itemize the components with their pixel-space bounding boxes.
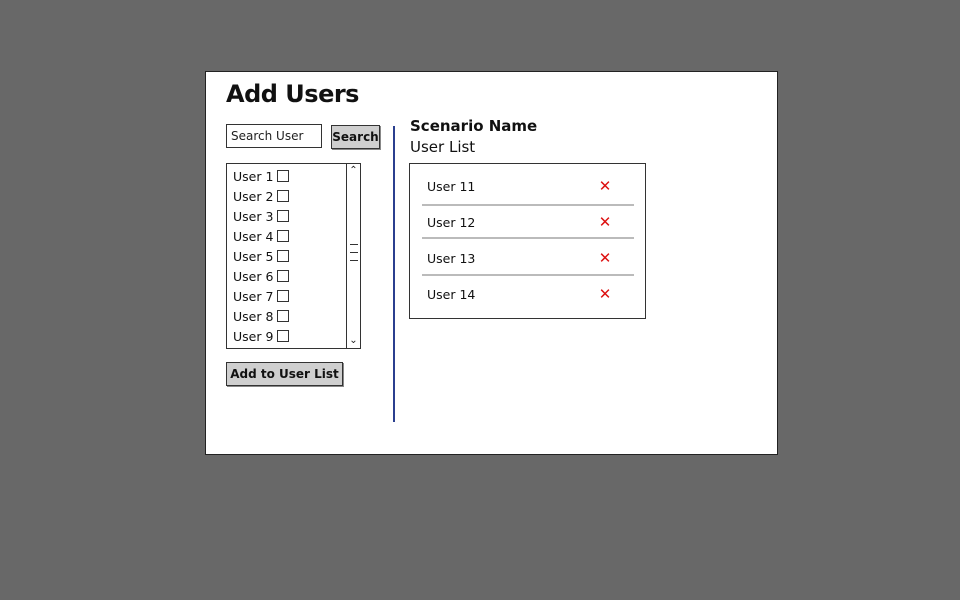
user-list-heading: User List [410,138,476,156]
user-label: User 9 [233,328,274,344]
user-checkbox[interactable] [277,190,289,202]
table-row: User 11 ✕ [422,169,634,203]
available-users-list[interactable]: User 1 User 2 User 3 User 4 User 5 User … [226,163,361,349]
row-separator [422,237,634,239]
chevron-down-icon[interactable]: ⌄ [347,334,360,348]
dialog-title: Add Users [226,80,359,108]
selected-user-name: User 11 [427,179,476,194]
list-item[interactable]: User 8 [233,306,289,326]
add-to-user-list-button[interactable]: Add to User List [226,362,343,386]
list-scrollbar[interactable]: ⌃ ⌄ [346,164,360,348]
search-button[interactable]: Search [331,125,380,149]
list-item[interactable]: User 6 [233,266,289,286]
user-checkbox[interactable] [277,290,289,302]
close-icon[interactable]: ✕ [598,214,612,230]
user-checkbox[interactable] [277,330,289,342]
user-label: User 5 [233,248,274,264]
user-label: User 1 [233,168,274,184]
close-icon[interactable]: ✕ [598,250,612,266]
user-label: User 8 [233,308,274,324]
user-checkbox[interactable] [277,250,289,262]
table-row: User 13 ✕ [422,241,634,275]
user-checkbox[interactable] [277,210,289,222]
user-label: User 2 [233,188,274,204]
add-users-dialog: Add Users Search User 1 User 2 User 3 Us… [205,71,778,455]
scenario-name: Scenario Name [410,117,538,135]
list-item[interactable]: User 4 [233,226,289,246]
table-row: User 14 ✕ [422,277,634,311]
scroll-thumb-grip[interactable] [350,244,358,266]
selected-user-name: User 13 [427,251,476,266]
list-item[interactable]: User 7 [233,286,289,306]
user-checkbox[interactable] [277,310,289,322]
user-checkbox[interactable] [277,270,289,282]
selected-users-panel: User 11 ✕ User 12 ✕ User 13 ✕ User 14 ✕ [409,163,646,319]
user-label: User 7 [233,288,274,304]
list-item[interactable]: User 5 [233,246,289,266]
user-checkbox[interactable] [277,230,289,242]
user-label: User 6 [233,268,274,284]
list-item[interactable]: User 9 [233,326,289,346]
row-separator [422,274,634,276]
user-label: User 4 [233,228,274,244]
close-icon[interactable]: ✕ [598,286,612,302]
selected-user-name: User 12 [427,215,476,230]
user-checkbox[interactable] [277,170,289,182]
list-item[interactable]: User 1 [233,166,289,186]
close-icon[interactable]: ✕ [598,178,612,194]
list-item[interactable]: User 3 [233,206,289,226]
selected-user-name: User 14 [427,287,476,302]
vertical-divider [393,126,395,422]
list-item[interactable]: User 2 [233,186,289,206]
chevron-up-icon[interactable]: ⌃ [347,164,360,178]
user-label: User 3 [233,208,274,224]
search-input[interactable] [226,124,322,148]
table-row: User 12 ✕ [422,205,634,239]
